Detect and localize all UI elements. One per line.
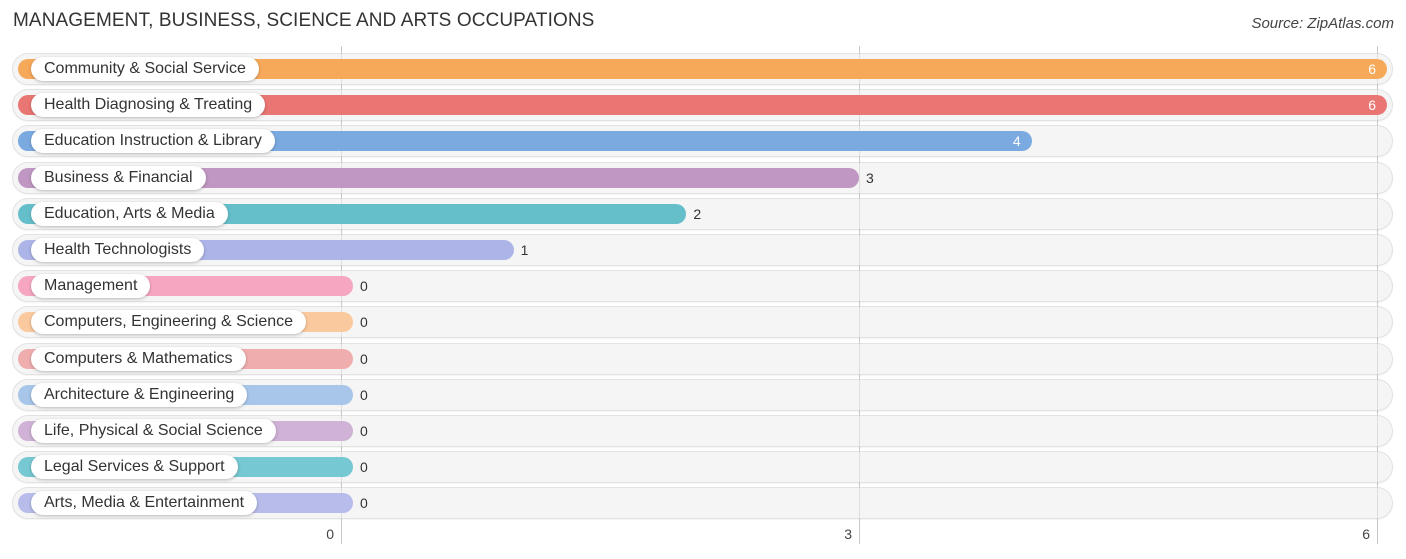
category-label: Health Diagnosing & Treating (31, 93, 266, 118)
value-label: 0 (360, 495, 368, 512)
category-label: Health Technologists (31, 238, 205, 262)
category-label: Education Instruction & Library (31, 129, 275, 154)
category-label: Life, Physical & Social Science (31, 419, 276, 443)
category-label: Community & Social Service (31, 57, 259, 81)
value-label: 0 (360, 278, 368, 295)
gridline (859, 46, 860, 544)
value-label: 1 (520, 242, 529, 258)
category-label: Legal Services & Support (31, 455, 238, 480)
value-label: 4 (1012, 133, 1021, 150)
value-label: 6 (1368, 97, 1376, 114)
category-label: Computers, Engineering & Science (31, 310, 307, 335)
value-label: 0 (360, 423, 368, 439)
category-label: Business & Financial (31, 165, 206, 190)
x-tick-label: 3 (844, 526, 852, 542)
gridline (1377, 46, 1378, 544)
category-label: Arts, Media & Entertainment (31, 491, 258, 516)
category-label: Education, Arts & Media (31, 201, 228, 226)
value-label: 3 (866, 169, 874, 186)
category-label: Computers & Mathematics (31, 346, 246, 371)
x-tick-label: 0 (326, 526, 334, 542)
value-label: 0 (360, 459, 368, 476)
category-label: Management (31, 274, 151, 299)
category-label: Architecture & Engineering (31, 382, 248, 407)
x-tick-label: 6 (1362, 526, 1370, 542)
value-label: 0 (360, 350, 368, 367)
value-label: 0 (360, 314, 368, 331)
value-label: 6 (1368, 61, 1376, 77)
value-label: 2 (693, 205, 702, 222)
bar-chart: 0 3 6 Community & Social Service 6 Health Dia… (0, 0, 1406, 559)
value-label: 0 (360, 386, 368, 403)
